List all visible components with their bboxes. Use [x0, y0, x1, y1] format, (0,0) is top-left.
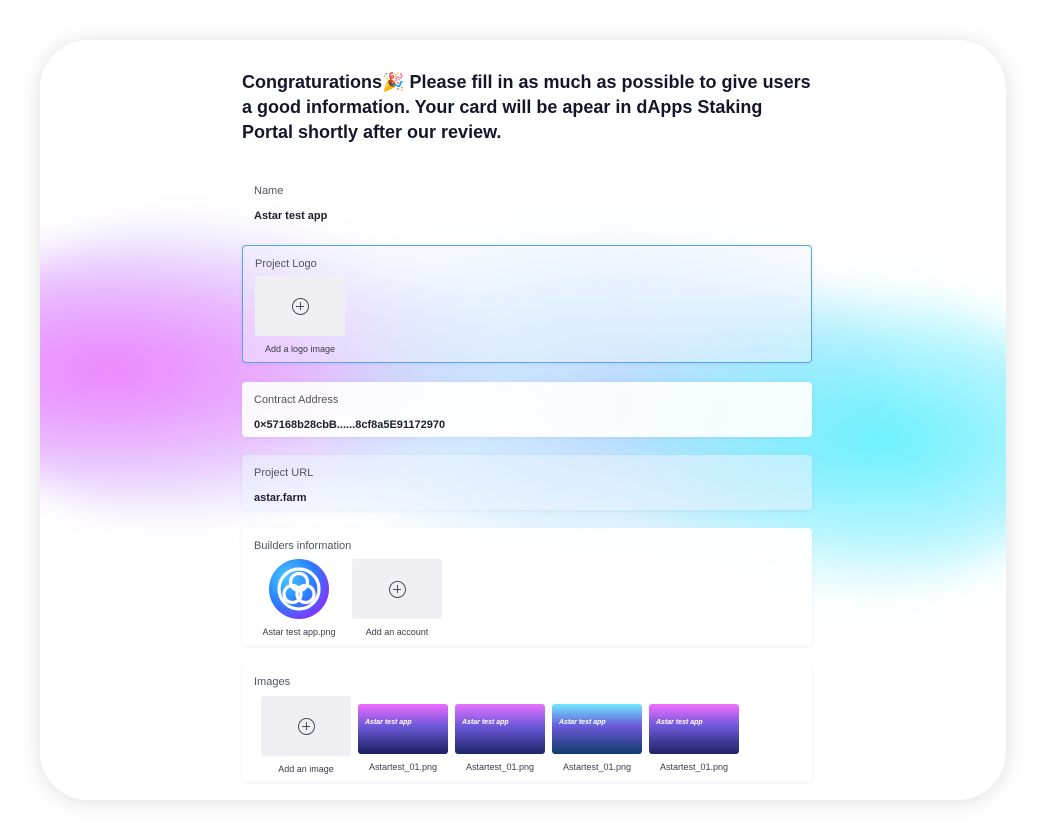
add-circle-icon [291, 297, 309, 315]
image-thumbnail[interactable]: Astar test app [455, 704, 545, 754]
image-thumbnail[interactable]: Astar test app [552, 704, 642, 754]
builders-information-section: Builders information Astar test app.png … [242, 528, 812, 646]
project-url-label: Project URL [254, 467, 314, 479]
add-image-caption: Add an image [278, 764, 334, 774]
add-circle-icon [297, 717, 315, 735]
add-image-tile[interactable]: Add an image [261, 696, 351, 775]
thumbnail-title: Astar test app [656, 719, 703, 726]
image-thumbnail[interactable]: Astar test app [649, 704, 739, 754]
thumbnail-title: Astar test app [559, 719, 606, 726]
builder-item-caption: Astar test app.png [262, 627, 336, 637]
images-label: Images [254, 676, 291, 688]
contract-address-value[interactable]: 0×57168b28cbB......8cf8a5E91172970 [254, 418, 800, 432]
party-popper-icon: 🎉 [382, 72, 405, 92]
image-item[interactable]: Astar test app Astartest_01.png [358, 704, 448, 773]
app-window: Congraturations🎉 Please fill in as much … [40, 40, 1006, 800]
thumbnail-title: Astar test app [462, 719, 509, 726]
thumbnail-title: Astar test app [365, 719, 412, 726]
image-item[interactable]: Astar test app Astartest_01.png [649, 704, 739, 773]
add-image-button[interactable] [261, 696, 351, 756]
page-headline: Congraturations🎉 Please fill in as much … [242, 70, 812, 145]
contract-address-label: Contract Address [254, 394, 339, 406]
image-item[interactable]: Astar test app Astartest_01.png [455, 704, 545, 773]
builder-item[interactable]: Astar test app.png [254, 559, 344, 638]
builders-information-label: Builders information [254, 540, 352, 552]
name-label: Name [254, 185, 284, 197]
add-logo-caption: Add a logo image [264, 344, 336, 354]
add-circle-icon [388, 580, 406, 598]
astar-logo-icon [269, 559, 329, 619]
project-logo-label: Project Logo [255, 258, 317, 270]
images-section: Images Add an image Astar test app Astart… [242, 664, 812, 782]
image-caption: Astartest_01.png [465, 762, 535, 772]
headline-congrats: Congraturations [242, 72, 383, 92]
image-caption: Astartest_01.png [562, 762, 632, 772]
project-logo-field[interactable]: Project Logo Add a logo image [242, 245, 812, 363]
contract-address-field[interactable]: Contract Address 0×57168b28cbB......8cf8… [242, 382, 812, 437]
add-account-tile[interactable]: Add an account [352, 559, 442, 638]
add-logo-tile[interactable]: Add a logo image [255, 276, 345, 355]
name-value[interactable]: Astar test app [254, 209, 800, 223]
image-item[interactable]: Astar test app Astartest_01.png [552, 704, 642, 773]
image-caption: Astartest_01.png [659, 762, 729, 772]
add-logo-button[interactable] [255, 276, 345, 336]
project-url-field[interactable]: Project URL astar.farm [242, 455, 812, 510]
add-account-button[interactable] [352, 559, 442, 619]
name-field[interactable]: Name Astar test app [242, 173, 812, 229]
image-thumbnail[interactable]: Astar test app [358, 704, 448, 754]
add-account-caption: Add an account [365, 627, 429, 637]
image-caption: Astartest_01.png [368, 762, 438, 772]
project-url-value[interactable]: astar.farm [254, 491, 800, 505]
